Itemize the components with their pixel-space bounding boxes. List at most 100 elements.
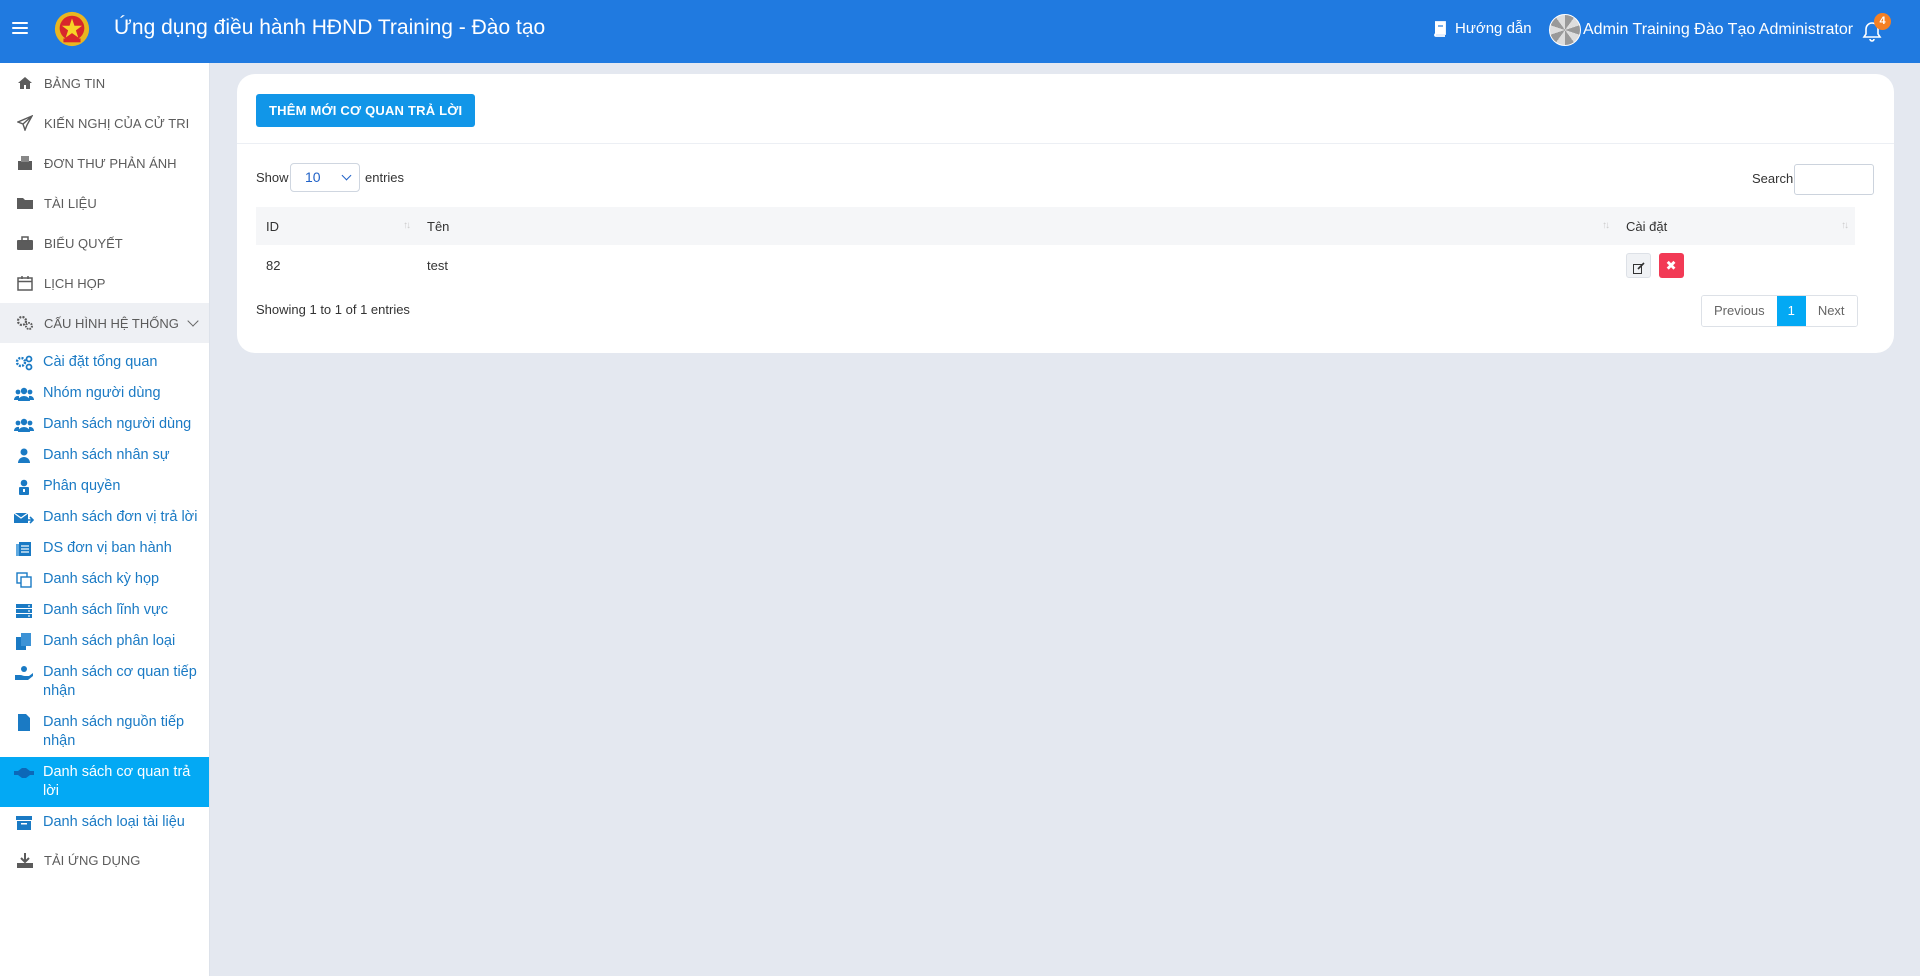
sidebar-subitem-label: Danh sách người dùng [43,416,192,432]
app-title: Ứng dụng điều hành HĐND Training - Đào t… [114,16,546,39]
page-length-value: 10 [305,169,321,185]
sidebar-subitem-receiving-sources[interactable]: Danh sách nguồn tiếp nhận [0,707,209,757]
sidebar-subitem-user-list[interactable]: Danh sách người dùng [0,409,209,440]
user-name: Admin Training Đào Tạo Administrator [1583,21,1854,38]
sidebar-subitem-label: Danh sách nhân sự [43,447,170,463]
show-label: Show [256,170,289,185]
handshake-icon [14,763,34,782]
column-label: ID [266,218,279,234]
sidebar-subitem-permissions[interactable]: Phân quyền [0,471,209,502]
delete-button[interactable]: ✖ [1658,253,1684,278]
doc-list-icon [14,539,34,558]
sidebar-item-voter-petitions[interactable]: KIẾN NGHỊ CỦA CỬ TRI [0,103,209,143]
entries-label: entries [365,170,405,185]
avatar [1549,14,1581,46]
users-icon [14,415,34,434]
sidebar-subitem-fields[interactable]: Danh sách lĩnh vực [0,595,209,626]
paper-plane-icon [15,114,35,132]
sidebar-item-news[interactable]: BẢNG TIN [0,63,209,103]
file-icon [14,713,34,732]
chevron-down-icon [341,170,352,181]
sidebar-subitem-issuing-units[interactable]: DS đơn vị ban hành [0,533,209,564]
sidebar-subitem-staff-list[interactable]: Danh sách nhân sự [0,440,209,471]
add-reply-agency-button[interactable]: THÊM MỚI CƠ QUAN TRẢ LỜI [256,94,476,127]
table-header-row: ID ↑↓ Tên ↑↓ Cài đặt ↑↓ [256,207,1855,245]
sidebar-subitem-label: Danh sách phân loại [43,633,176,649]
close-icon: ✖ [1665,258,1677,273]
sidebar-subitem-label: Nhóm người dùng [43,385,161,401]
gears-icon [15,314,35,332]
guide-link[interactable]: Hướng dẫn [1433,20,1532,37]
sidebar-item-label: ĐƠN THƯ PHẢN ÁNH [44,155,177,171]
previous-page-button[interactable]: Previous [1702,296,1777,326]
sidebar-subitem-reply-agencies[interactable]: Danh sách cơ quan trả lời [0,757,209,807]
emblem-logo [54,11,90,47]
sidebar-item-label: CẤU HÌNH HỆ THỐNG [44,315,179,331]
page-1-button[interactable]: 1 [1776,296,1806,326]
sidebar-subitem-label: Danh sách đơn vị trả lời [43,509,198,525]
cell-actions: ✖ [1616,245,1855,286]
hand-holding-icon [14,663,34,682]
guide-label: Hướng dẫn [1455,20,1532,37]
sidebar-subitem-label: Danh sách nguồn tiếp nhận [43,714,185,749]
next-page-button[interactable]: Next [1805,296,1857,326]
inbox-icon [15,154,35,172]
sidebar-item-label: LỊCH HỌP [44,275,106,291]
sidebar-item-documents[interactable]: TÀI LIỆU [0,183,209,223]
user-icon [14,446,34,465]
sidebar-item-system-config[interactable]: CẤU HÌNH HỆ THỐNG [0,303,209,343]
search-input[interactable] [1794,164,1874,195]
book-icon [1434,20,1446,37]
content-card: THÊM MỚI CƠ QUAN TRẢ LỜI Show 10 entries… [237,74,1894,353]
column-header-id[interactable]: ID ↑↓ [256,207,417,245]
menu-toggle-icon[interactable] [12,22,28,36]
column-label: Tên [427,218,450,234]
top-bar: Ứng dụng điều hành HĐND Training - Đào t… [0,0,1920,63]
cell-name: test [427,258,448,273]
sidebar-item-letters[interactable]: ĐƠN THƯ PHẢN ÁNH [0,143,209,183]
sort-icon: ↑↓ [1602,220,1610,231]
sidebar-subitem-receiving-agencies[interactable]: Danh sách cơ quan tiếp nhận [0,657,209,707]
column-header-name[interactable]: Tên ↑↓ [417,207,1616,245]
sidebar-subitem-label: Danh sách lĩnh vực [43,602,168,618]
sort-icon: ↑↓ [1841,220,1849,231]
users-icon [14,384,34,403]
sidebar-subitem-general-settings[interactable]: Cài đặt tổng quan [0,347,209,378]
sidebar-item-meetings[interactable]: LỊCH HỌP [0,263,209,303]
table-info: Showing 1 to 1 of 1 entries [256,302,410,317]
notification-badge: 4 [1874,13,1891,30]
page-length-select[interactable]: 10 [290,163,360,192]
edit-icon [1632,261,1645,274]
sidebar-subitem-classifications[interactable]: Danh sách phân loại [0,626,209,657]
sort-icon: ↑↓ [403,220,411,231]
sidebar-item-label: TẢI ỨNG DỤNG [44,852,141,868]
files-icon [14,632,34,651]
sidebar-subitem-sessions[interactable]: Danh sách kỳ họp [0,564,209,595]
sidebar-item-label: KIẾN NGHỊ CỦA CỬ TRI [44,115,190,131]
sidebar-subitem-document-types[interactable]: Danh sách loại tài liệu [0,807,209,838]
sidebar-item-label: BẢNG TIN [44,75,106,91]
sidebar-item-label: BIỂU QUYẾT [44,235,123,251]
sidebar-subitem-reply-units[interactable]: Danh sách đơn vị trả lời [0,502,209,533]
server-icon [14,601,34,620]
edit-button[interactable] [1626,253,1651,278]
folder-icon [15,194,35,212]
sidebar-subitem-user-groups[interactable]: Nhóm người dùng [0,378,209,409]
reply-agencies-table: ID ↑↓ Tên ↑↓ Cài đặt ↑↓ 82 test ✖ [256,207,1855,286]
archive-icon [14,813,34,832]
sidebar-subitem-label: Danh sách loại tài liệu [43,814,185,830]
sidebar-subitem-label: DS đơn vị ban hành [43,540,172,556]
sidebar-subitem-label: Danh sách cơ quan trả lời [43,764,191,799]
sidebar-item-download-app[interactable]: TẢI ỨNG DỤNG [0,840,209,880]
cell-id: 82 [266,258,281,273]
sidebar-subitem-label: Phân quyền [43,478,121,494]
sidebar-item-voting[interactable]: BIỂU QUYẾT [0,223,209,263]
download-icon [15,851,35,869]
user-menu[interactable]: Admin Training Đào Tạo Administrator [1549,14,1853,46]
mail-forward-icon [14,508,34,527]
sidebar-subitem-label: Cài đặt tổng quan [43,354,158,370]
column-header-settings[interactable]: Cài đặt ↑↓ [1616,207,1855,245]
sidebar-subitem-label: Danh sách cơ quan tiếp nhận [43,664,197,699]
sidebar: BẢNG TIN KIẾN NGHỊ CỦA CỬ TRI ĐƠN THƯ PH… [0,63,210,976]
copy-icon [14,570,34,589]
